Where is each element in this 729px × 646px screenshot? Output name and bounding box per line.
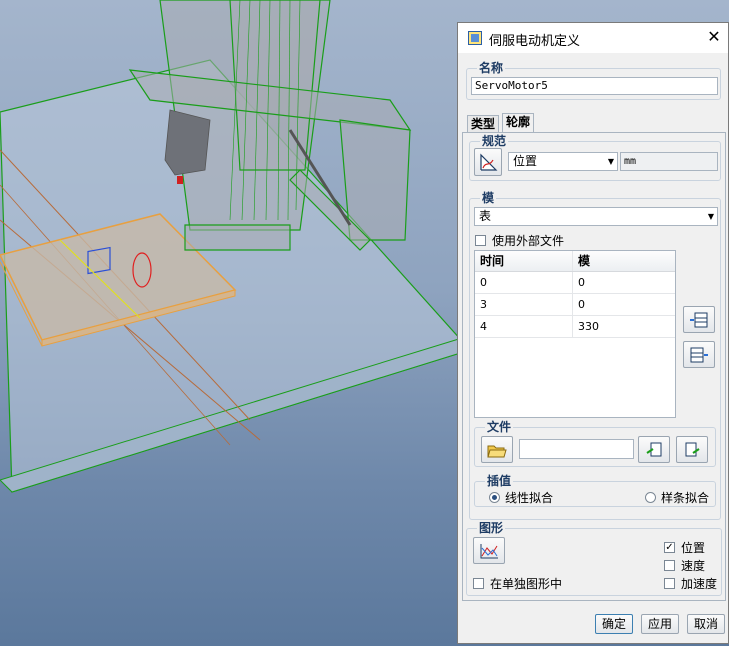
graph-group-label: 图形 <box>477 521 506 535</box>
linear-fit-label: 线性拟合 <box>505 491 554 505</box>
velocity-checkbox[interactable]: 速度 <box>664 557 705 574</box>
checkbox-box <box>475 235 486 246</box>
file-path-input[interactable] <box>519 439 634 459</box>
spline-fit-radio[interactable]: 样条拟合 <box>645 489 709 506</box>
table-row[interactable]: 4 330 <box>475 316 675 338</box>
use-external-file-checkbox[interactable]: 使用外部文件 <box>475 232 564 249</box>
open-file-button[interactable] <box>481 436 513 463</box>
close-button[interactable]: ✕ <box>704 27 724 47</box>
table-cell[interactable]: 0 <box>475 272 573 293</box>
graph-button[interactable] <box>473 537 505 564</box>
spec-group-label: 规范 <box>480 134 509 148</box>
column-header-module[interactable]: 模 <box>573 251 675 271</box>
graph-group: 图形 在单独图形中 ✓ 位置 速度 加速度 <box>466 521 722 596</box>
checkbox-box <box>664 578 675 589</box>
insert-row-icon <box>690 312 708 327</box>
file-group: 文件 <box>474 420 716 467</box>
insert-row-button[interactable] <box>683 306 715 333</box>
servo-motor-dialog: 伺服电动机定义 ✕ 名称 ServoMotor5 类型 轮廓 规范 位置 ▼ m… <box>457 22 729 644</box>
load-file-icon <box>646 442 662 456</box>
table-cell[interactable]: 3 <box>475 294 573 315</box>
tab-type[interactable]: 类型 <box>467 115 500 133</box>
table-row[interactable]: 3 0 <box>475 294 675 316</box>
velocity-label: 速度 <box>681 559 706 573</box>
spec-unit-field: mm <box>620 152 718 171</box>
acceleration-checkbox[interactable]: 加速度 <box>664 575 717 592</box>
use-external-file-label: 使用外部文件 <box>492 234 565 248</box>
position-label: 位置 <box>681 541 706 555</box>
radio-dot <box>489 492 500 503</box>
name-input[interactable]: ServoMotor5 <box>471 77 718 95</box>
module-select-value: 表 <box>479 209 492 223</box>
checkbox-box <box>664 560 675 571</box>
checkbox-box <box>473 578 484 589</box>
table-header: 时间 模 <box>475 251 675 272</box>
save-file-button[interactable] <box>676 436 708 463</box>
module-group-label: 模 <box>480 191 497 205</box>
name-group: 名称 ServoMotor5 <box>466 61 721 100</box>
spline-fit-label: 样条拟合 <box>661 491 710 505</box>
spec-curve-button[interactable] <box>474 148 502 176</box>
spec-select-value: 位置 <box>513 154 538 168</box>
table-row[interactable]: 0 0 <box>475 272 675 294</box>
folder-open-icon <box>487 445 507 457</box>
position-checkbox[interactable]: ✓ 位置 <box>664 539 705 556</box>
module-select[interactable]: 表 ▼ <box>474 207 718 226</box>
chevron-down-icon: ▼ <box>607 157 614 166</box>
dialog-title: 伺服电动机定义 <box>489 34 581 49</box>
checkbox-box: ✓ <box>664 542 675 553</box>
dialog-app-icon <box>468 31 482 45</box>
interpolation-group: 插值 线性拟合 样条拟合 <box>474 474 716 507</box>
interpolation-group-label: 插值 <box>485 474 514 488</box>
tab-profile[interactable]: 轮廓 <box>502 113 535 133</box>
acceleration-label: 加速度 <box>681 577 718 591</box>
append-row-button[interactable] <box>683 341 715 368</box>
name-group-label: 名称 <box>477 61 506 75</box>
table-cell[interactable]: 4 <box>475 316 573 337</box>
append-row-icon <box>690 347 708 362</box>
separate-graph-checkbox[interactable]: 在单独图形中 <box>473 575 562 592</box>
apply-button[interactable]: 应用 <box>641 614 679 634</box>
spec-curve-icon <box>480 153 498 171</box>
file-group-label: 文件 <box>485 420 514 434</box>
spec-group: 规范 位置 ▼ mm <box>469 134 721 181</box>
save-file-icon <box>685 442 700 456</box>
dialog-titlebar[interactable]: 伺服电动机定义 ✕ <box>458 23 728 53</box>
chevron-down-icon: ▼ <box>707 212 714 221</box>
table-cell[interactable]: 0 <box>573 294 675 315</box>
cancel-button[interactable]: 取消 <box>687 614 725 634</box>
ok-button[interactable]: 确定 <box>595 614 633 634</box>
linear-fit-radio[interactable]: 线性拟合 <box>489 489 553 506</box>
column-header-time[interactable]: 时间 <box>475 251 573 271</box>
table-cell[interactable]: 330 <box>573 316 675 337</box>
profile-table[interactable]: 时间 模 0 0 3 0 4 330 <box>474 250 676 418</box>
separate-graph-label: 在单独图形中 <box>490 577 563 591</box>
graph-icon <box>480 543 498 558</box>
table-cell[interactable]: 0 <box>573 272 675 293</box>
spec-select[interactable]: 位置 ▼ <box>508 152 618 171</box>
load-file-button[interactable] <box>638 436 670 463</box>
radio-dot <box>645 492 656 503</box>
